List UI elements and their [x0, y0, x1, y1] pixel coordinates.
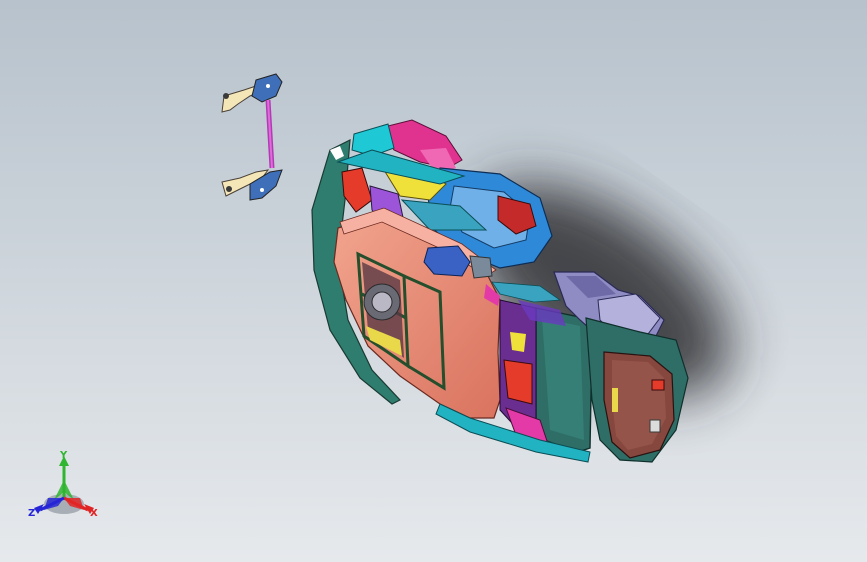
- y-axis-label: Y: [59, 450, 68, 461]
- cad-graphics-viewport[interactable]: Y X Z: [0, 0, 867, 562]
- axis-triad[interactable]: Y X Z: [24, 448, 104, 524]
- z-axis-label: Z: [28, 508, 35, 519]
- y-axis-arrow: [54, 456, 74, 500]
- cad-model-scene[interactable]: [0, 0, 867, 562]
- x-axis-label: X: [90, 508, 98, 519]
